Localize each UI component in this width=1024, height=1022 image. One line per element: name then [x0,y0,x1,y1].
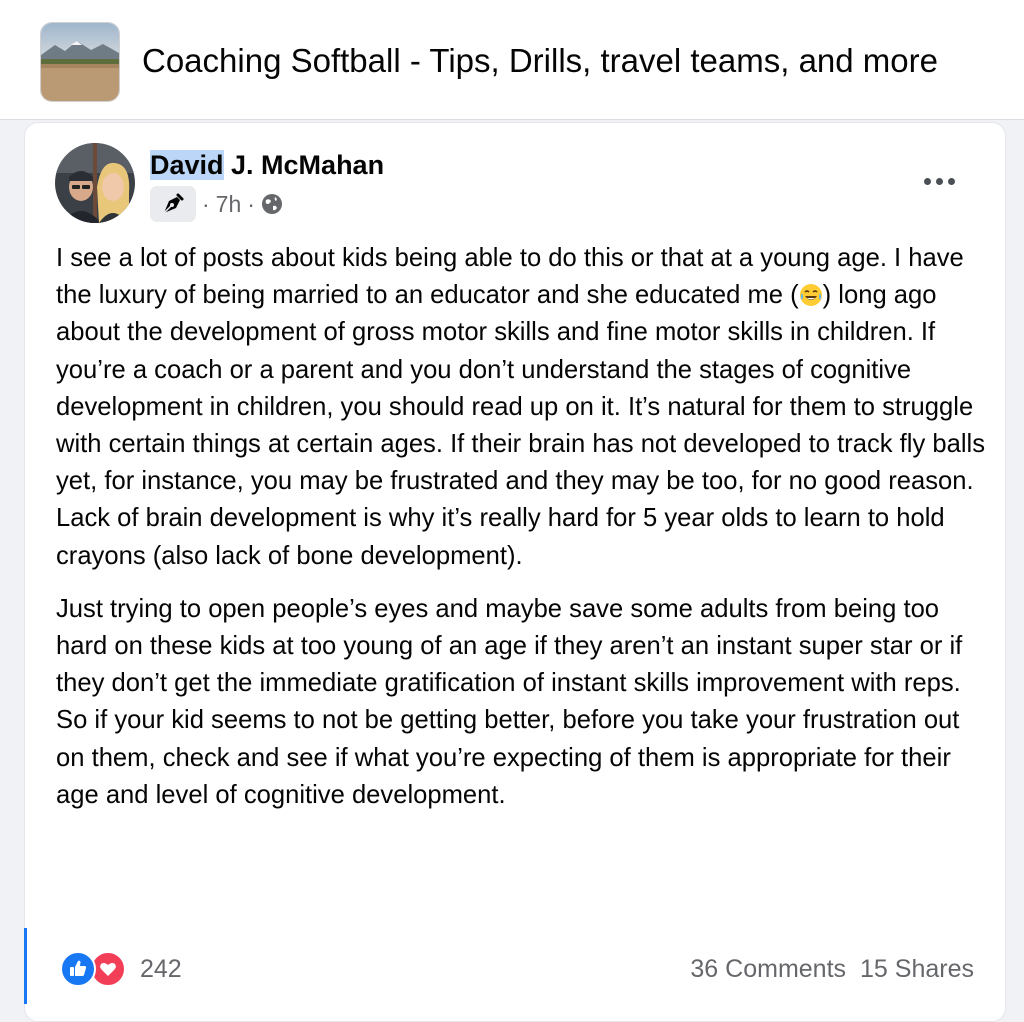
focus-accent-bar [24,928,27,1004]
author-avatar[interactable] [55,143,135,223]
pen-nib-icon[interactable] [150,186,196,222]
dot [935,177,943,185]
post-meta: · 7h · [150,186,283,222]
post-paragraph-1: I see a lot of posts about kids being ab… [56,240,986,575]
author-name[interactable]: David J. McMahan [150,148,384,182]
post-text: I see a lot of posts about kids being ab… [56,240,986,814]
dot [923,177,931,185]
more-options-icon[interactable] [918,170,960,192]
author-last-name: J. McMahan [223,150,385,180]
reaction-summary[interactable]: 242 [60,950,182,988]
shares-count-link[interactable]: 15 Shares [860,955,974,984]
post-paragraph-2: Just trying to open people’s eyes and ma… [56,594,963,809]
meta-separator: · [202,190,210,217]
group-cover-image[interactable] [40,22,120,102]
meta-separator: · [247,190,255,217]
comments-count-link[interactable]: 36 Comments [690,955,846,984]
author-first-name: David [150,150,224,180]
reaction-count: 242 [140,954,182,983]
dot [947,177,955,185]
paragraph-text: ) long ago about the development of gros… [56,281,985,570]
group-title[interactable]: Coaching Softball - Tips, Drills, travel… [142,40,938,82]
tears-of-joy-emoji [799,281,823,307]
post-time[interactable]: 7h [216,191,242,218]
group-header: Coaching Softball - Tips, Drills, travel… [0,0,1024,120]
engagement-stats: 36 Comments 15 Shares [690,950,974,988]
globe-icon[interactable] [261,193,283,215]
like-icon [60,951,96,987]
